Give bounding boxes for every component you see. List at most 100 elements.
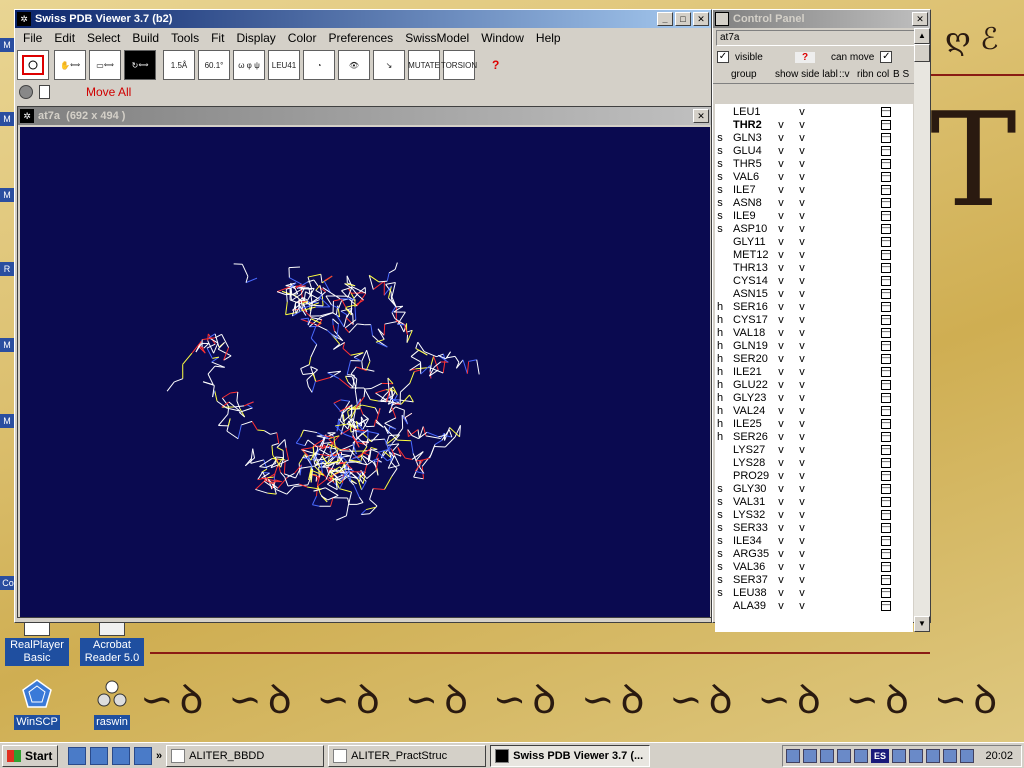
- show-flag[interactable]: v: [771, 600, 791, 613]
- color-swatch[interactable]: —: [881, 276, 891, 286]
- color-swatch[interactable]: —: [881, 198, 891, 208]
- color-swatch[interactable]: —: [881, 263, 891, 273]
- residue-row[interactable]: h ILE25 v v —: [715, 418, 913, 431]
- color-swatch[interactable]: —: [881, 458, 891, 468]
- color-swatch[interactable]: —: [881, 601, 891, 611]
- show-flag[interactable]: v: [771, 522, 791, 535]
- residue-row[interactable]: LYS27 v v —: [715, 444, 913, 457]
- maximize-button[interactable]: □: [675, 12, 691, 26]
- show-flag[interactable]: v: [771, 561, 791, 574]
- secondary-structure[interactable]: h: [715, 366, 725, 379]
- side-flag[interactable]: v: [791, 366, 813, 379]
- secondary-structure[interactable]: s: [715, 535, 725, 548]
- show-flag[interactable]: v: [771, 223, 791, 236]
- identify-tool[interactable]: ◔: [303, 50, 335, 80]
- side-flag[interactable]: v: [791, 301, 813, 314]
- residue-row[interactable]: s VAL31 v v —: [715, 496, 913, 509]
- quicklaunch-ie-icon[interactable]: [90, 746, 108, 765]
- side-flag[interactable]: v: [791, 106, 813, 119]
- show-flag[interactable]: v: [771, 119, 791, 132]
- left-strip-icon[interactable]: M: [0, 38, 14, 52]
- torsion-angle-tool[interactable]: ω φ ψ: [233, 50, 265, 80]
- color-swatch[interactable]: —: [881, 289, 891, 299]
- secondary-structure[interactable]: [715, 262, 725, 275]
- show-flag[interactable]: v: [771, 132, 791, 145]
- side-flag[interactable]: v: [791, 574, 813, 587]
- show-flag[interactable]: v: [771, 275, 791, 288]
- secondary-structure[interactable]: h: [715, 418, 725, 431]
- residue-row[interactable]: s ASN8 v v —: [715, 197, 913, 210]
- color-swatch[interactable]: —: [881, 367, 891, 377]
- molecule-structure[interactable]: [20, 127, 710, 617]
- residue-list[interactable]: LEU1 v — THR2 v v — s GLN3 v v — s GLU4 v v — s THR5 v v — s VA…: [715, 104, 913, 632]
- menu-help[interactable]: Help: [530, 31, 567, 45]
- fix-tool[interactable]: ↘: [373, 50, 405, 80]
- show-flag[interactable]: v: [771, 340, 791, 353]
- color-swatch[interactable]: —: [881, 120, 891, 130]
- tray-network-icon[interactable]: [786, 749, 800, 763]
- show-flag[interactable]: v: [771, 509, 791, 522]
- torsion-tool[interactable]: TORSION: [441, 50, 477, 80]
- secondary-structure[interactable]: s: [715, 223, 725, 236]
- show-flag[interactable]: v: [771, 457, 791, 470]
- show-flag[interactable]: v: [771, 301, 791, 314]
- side-flag[interactable]: v: [791, 223, 813, 236]
- residue-row[interactable]: h VAL18 v v —: [715, 327, 913, 340]
- secondary-structure[interactable]: [715, 470, 725, 483]
- color-swatch[interactable]: —: [881, 536, 891, 546]
- residue-row[interactable]: h GLY23 v v —: [715, 392, 913, 405]
- secondary-structure[interactable]: s: [715, 574, 725, 587]
- scroll-down-button[interactable]: ▼: [914, 616, 930, 632]
- secondary-structure[interactable]: [715, 457, 725, 470]
- residue-row[interactable]: MET12 v v —: [715, 249, 913, 262]
- chevron-icon[interactable]: »: [156, 750, 162, 762]
- molecule-viewport[interactable]: [20, 127, 710, 617]
- color-swatch[interactable]: —: [881, 211, 891, 221]
- show-flag[interactable]: v: [771, 587, 791, 600]
- header-group[interactable]: group: [731, 69, 775, 80]
- color-swatch[interactable]: —: [881, 224, 891, 234]
- residue-row[interactable]: h GLN19 v v —: [715, 340, 913, 353]
- secondary-structure[interactable]: s: [715, 145, 725, 158]
- show-flag[interactable]: v: [771, 379, 791, 392]
- secondary-structure[interactable]: s: [715, 548, 725, 561]
- visible-checkbox[interactable]: ✓: [717, 51, 729, 63]
- secondary-structure[interactable]: h: [715, 379, 725, 392]
- tray-shield-icon[interactable]: [892, 749, 906, 763]
- left-strip-icon[interactable]: M: [0, 112, 14, 126]
- color-swatch[interactable]: —: [881, 172, 891, 182]
- tray-folder-icon[interactable]: [909, 749, 923, 763]
- show-flag[interactable]: v: [771, 418, 791, 431]
- residue-row[interactable]: s GLY30 v v —: [715, 483, 913, 496]
- side-flag[interactable]: v: [791, 340, 813, 353]
- show-flag[interactable]: v: [771, 288, 791, 301]
- tray-security-icon[interactable]: [943, 749, 957, 763]
- color-swatch[interactable]: —: [881, 328, 891, 338]
- residue-row[interactable]: s GLU4 v v —: [715, 145, 913, 158]
- show-flag[interactable]: v: [771, 366, 791, 379]
- desktop-icon-realplayer[interactable]: RealPlayer Basic: [5, 620, 69, 666]
- residue-row[interactable]: h GLU22 v v —: [715, 379, 913, 392]
- show-flag[interactable]: v: [771, 236, 791, 249]
- secondary-structure[interactable]: s: [715, 509, 725, 522]
- color-swatch[interactable]: —: [881, 250, 891, 260]
- residue-row[interactable]: LEU1 v —: [715, 106, 913, 119]
- residue-row[interactable]: s LEU38 v v —: [715, 587, 913, 600]
- secondary-structure[interactable]: [715, 600, 725, 613]
- side-flag[interactable]: v: [791, 184, 813, 197]
- residue-row[interactable]: THR2 v v —: [715, 119, 913, 132]
- side-flag[interactable]: v: [791, 353, 813, 366]
- desktop-icon-raswin[interactable]: raswin: [80, 678, 144, 730]
- residue-row[interactable]: s SER37 v v —: [715, 574, 913, 587]
- side-flag[interactable]: v: [791, 119, 813, 132]
- show-flag[interactable]: v: [771, 327, 791, 340]
- color-swatch[interactable]: —: [881, 419, 891, 429]
- show-flag[interactable]: v: [771, 158, 791, 171]
- color-swatch[interactable]: —: [881, 159, 891, 169]
- scroll-thumb[interactable]: [914, 44, 930, 62]
- side-flag[interactable]: v: [791, 483, 813, 496]
- document-icon[interactable]: [39, 85, 50, 99]
- show-flag[interactable]: [771, 106, 791, 119]
- show-flag[interactable]: v: [771, 392, 791, 405]
- center-view-tool[interactable]: 👁: [338, 50, 370, 80]
